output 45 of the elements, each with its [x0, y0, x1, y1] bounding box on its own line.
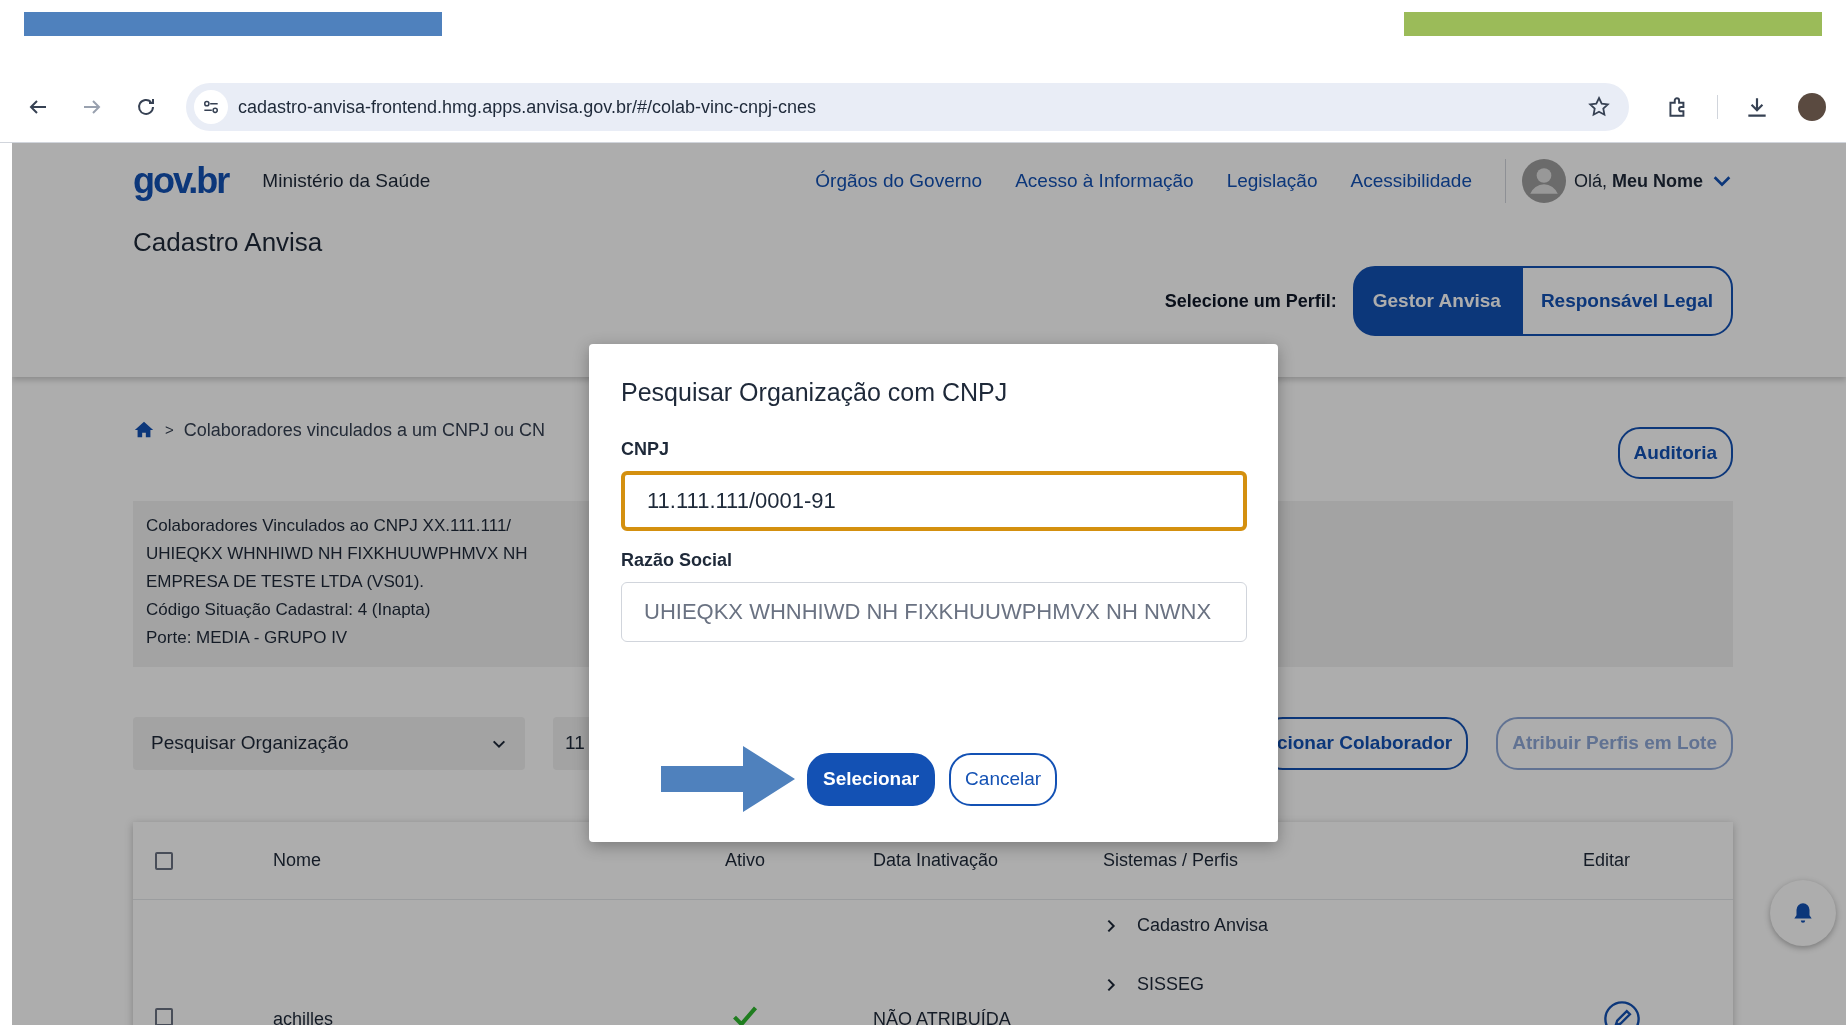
column-header: Nome — [273, 850, 321, 870]
star-icon[interactable] — [1587, 95, 1611, 119]
audit-button[interactable]: Auditoria — [1617, 427, 1733, 479]
notification-button[interactable] — [1770, 880, 1836, 946]
govbr-logo[interactable]: gov.br — [133, 154, 229, 208]
url-text: cadastro-anvisa-frontend.hmg.apps.anvisa.gov.br/#/colab-vinc-cnpj-cnes — [238, 95, 817, 119]
app-title: Cadastro Anvisa — [133, 225, 323, 259]
dialog-button[interactable]: Cancelar — [949, 752, 1058, 806]
system-expander[interactable]: Cadastro Anvisa — [1103, 912, 1269, 939]
nav-link[interactable]: Órgãos do Governo — [815, 166, 983, 196]
row-checkbox[interactable] — [155, 1008, 173, 1025]
breadcrumb-separator: > — [165, 419, 174, 440]
breadcrumb-link[interactable]: Colaboradores vinculados a um CNPJ ou CN — [183, 416, 545, 444]
table-cell: achilles — [273, 1009, 334, 1025]
column-header: Sistemas / Perfis — [1103, 850, 1239, 870]
organization-dropdown[interactable]: Pesquisar Organização — [133, 717, 525, 770]
table-cell: NÃO ATRIBUÍDA — [873, 1009, 1011, 1025]
dialog-button[interactable]: Selecionar — [807, 752, 936, 806]
column-header: Editar — [1583, 850, 1631, 870]
field-label: Razão Social — [621, 549, 733, 572]
text-input[interactable]: 11.111.111/0001-91 — [621, 471, 1247, 531]
info-text: UHIEQKX WHNHIWD NH FIXKHUUWPHMVX NH — [146, 543, 528, 565]
nav-link[interactable]: Legislação — [1226, 166, 1318, 196]
profile-label: Selecione um Perfil: — [1164, 289, 1337, 313]
user-greeting: Olá, Meu Nome — [1573, 169, 1703, 193]
info-text: Código Situação Cadastral: 4 (Inapta) — [146, 599, 431, 621]
profile-toggle[interactable]: Gestor Anvisa — [1352, 266, 1521, 336]
user-menu[interactable]: Olá, Meu Nome — [1521, 159, 1733, 203]
field-label: CNPJ — [621, 438, 669, 461]
column-header: Ativo — [725, 850, 766, 870]
user-avatar-icon — [1521, 159, 1566, 203]
select-all-checkbox[interactable] — [155, 851, 173, 870]
system-expander[interactable]: SISSEG — [1103, 971, 1205, 998]
dialog-title: Pesquisar Organização com CNPJ — [621, 377, 1008, 406]
info-text: Porte: MEDIA - GRUPO IV — [146, 627, 348, 649]
column-header: Data Inativação — [873, 850, 999, 870]
nav-link[interactable]: Acessibilidade — [1350, 166, 1472, 196]
info-text: Colaboradores Vinculados ao CNPJ XX.111.111/ — [146, 515, 512, 537]
site-settings-button[interactable] — [194, 90, 228, 124]
profile-avatar[interactable] — [1798, 93, 1826, 121]
nav-link[interactable]: Acesso à Informação — [1015, 166, 1194, 196]
address-bar[interactable]: cadastro-anvisa-frontend.hmg.apps.anvisa.gov.br/#/colab-vinc-cnpj-cnes — [186, 83, 1629, 131]
profile-toggle[interactable]: Responsável Legal — [1520, 266, 1733, 336]
ministry-name: Ministério da Saúde — [262, 168, 431, 193]
info-text: EMPRESA DE TESTE LTDA (VS01). — [146, 571, 425, 593]
